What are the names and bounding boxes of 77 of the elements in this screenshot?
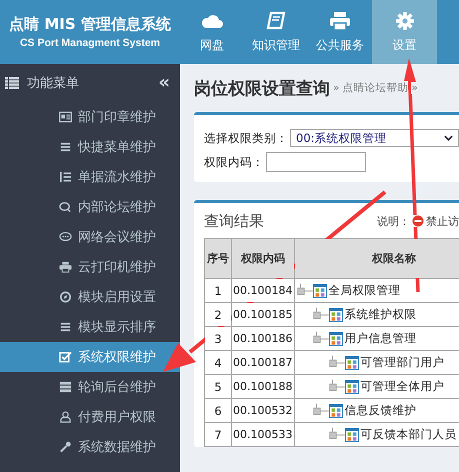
- table-cell: 4: [204, 350, 232, 374]
- module-icon: [344, 380, 358, 394]
- server-icon: [59, 381, 72, 393]
- bars-icon: [59, 141, 72, 153]
- permission-name[interactable]: 可管理部门用户: [360, 355, 444, 370]
- sidebar-item[interactable]: 内部论坛维护: [0, 192, 180, 222]
- nav-tab[interactable]: 网盘: [180, 0, 244, 64]
- module-icon: [328, 332, 342, 346]
- table-cell: 00.100185: [232, 302, 294, 326]
- module-icon: [312, 284, 326, 298]
- table-cell: 00.100532: [232, 398, 294, 422]
- chat-icon: [59, 201, 72, 213]
- no-entry-icon: [412, 215, 424, 227]
- permission-name[interactable]: 信息反馈维护: [344, 403, 416, 418]
- wrench-icon: [59, 441, 72, 453]
- module-icon: [328, 404, 342, 418]
- annotation-arrowhead: [163, 343, 196, 372]
- sidebar-item[interactable]: 模块启用设置: [0, 282, 180, 312]
- user-icon: [59, 411, 72, 423]
- chevron-down-icon: [444, 135, 453, 141]
- nav-tab[interactable]: 知识管理: [244, 0, 308, 64]
- module-icon: [344, 356, 358, 370]
- breadcrumb-separator: »: [411, 82, 418, 94]
- permission-name[interactable]: 可管理全体用户: [360, 379, 444, 394]
- page-title: 岗位权限设置查询: [194, 78, 330, 100]
- sidebar-item[interactable]: 快捷菜单维护: [0, 132, 180, 162]
- table-cell: 1: [204, 278, 232, 302]
- table-cell: 00.100186: [232, 326, 294, 350]
- collapse-button[interactable]: «: [158, 74, 170, 92]
- book-icon: [264, 10, 288, 30]
- speech-bubble-icon: [59, 231, 72, 243]
- permission-name[interactable]: 可反馈本部门人员: [360, 427, 456, 442]
- sidebar-item[interactable]: 轮询后台维护: [0, 372, 180, 402]
- sidebar-title: 功能菜单: [27, 75, 79, 92]
- table-cell: 6: [204, 398, 232, 422]
- table-cell: 00.100184: [232, 278, 294, 302]
- module-icon: [328, 308, 342, 322]
- sidebar-item[interactable]: 系统数据维护: [0, 432, 180, 462]
- list-icon: [5, 77, 19, 89]
- bars-icon: [59, 321, 72, 333]
- sidebar-item[interactable]: 部门印章维护: [0, 102, 180, 132]
- printer-icon: [328, 10, 352, 30]
- sidebar-item[interactable]: 付费用户权限: [0, 402, 180, 432]
- sidebar-item[interactable]: 单据流水维护: [0, 162, 180, 192]
- sidebar-item[interactable]: 云打印机维护: [0, 252, 180, 282]
- permission-name[interactable]: 全局权限管理: [328, 283, 400, 298]
- field-label: 权限内码：: [204, 154, 264, 170]
- checkbox-icon: [59, 351, 72, 363]
- field-label: 选择权限类别：: [204, 130, 288, 146]
- column-header: 序号: [204, 238, 232, 278]
- table-cell: 5: [204, 374, 232, 398]
- compass-icon: [59, 291, 72, 303]
- results-title: 查询结果: [204, 212, 264, 230]
- app-subtitle: CS Port Managment System: [20, 37, 160, 49]
- table-cell: 7: [204, 422, 232, 446]
- list-icon: [59, 171, 72, 183]
- table-cell: 3: [204, 326, 232, 350]
- nav-tab[interactable]: 公共服务: [308, 0, 372, 64]
- sidebar-item[interactable]: 网络会议维护: [0, 222, 180, 252]
- table-cell: 00.100187: [232, 350, 294, 374]
- module-icon: [344, 428, 358, 442]
- table-cell: 00.100188: [232, 374, 294, 398]
- printer-icon: [59, 261, 72, 273]
- breadcrumb-link[interactable]: 点睛论坛帮助: [342, 81, 408, 95]
- app-title: 点睛 MIS 管理信息系统: [9, 15, 171, 34]
- category-dropdown[interactable]: 00:系统权限管理: [290, 129, 459, 147]
- legend-text: 禁止访: [426, 214, 459, 228]
- table-cell: 2: [204, 302, 232, 326]
- id-card-icon: [59, 111, 72, 123]
- column-header: 权限内码: [232, 238, 294, 278]
- permission-name[interactable]: 用户信息管理: [344, 331, 416, 346]
- column-header: 权限名称: [294, 238, 459, 278]
- code-input-field[interactable]: [266, 152, 366, 172]
- sidebar-item[interactable]: 模块显示排序: [0, 312, 180, 342]
- sidebar-item[interactable]: 系统权限维护: [0, 342, 180, 372]
- table-cell: 00.100533: [232, 422, 294, 446]
- permission-name[interactable]: 系统维护权限: [344, 307, 416, 322]
